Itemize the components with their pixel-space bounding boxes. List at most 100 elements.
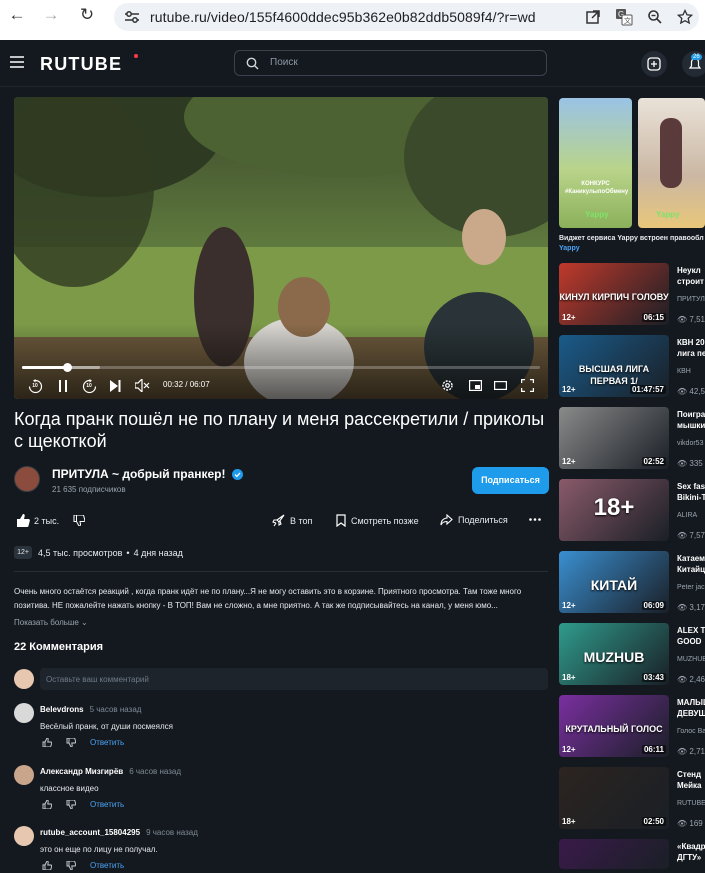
sidebar-title-line2[interactable]: лига пе [677,349,705,358]
next-icon[interactable] [110,380,121,392]
menu-icon[interactable] [10,56,24,68]
comment-author-name[interactable]: rutube_account_15804295 [40,828,140,837]
sidebar-video-thumb[interactable]: КИНУЛ КИРПИЧ ГОЛОВУ 12+ 06:15 [559,263,669,325]
sidebar-title-line2[interactable]: Мейка [677,781,701,790]
sidebar-title-line2[interactable]: Bikini-T [677,493,705,502]
url-text[interactable]: rutube.ru/video/155f4600ddec95b362e0b82d… [150,9,536,25]
channel-name-text[interactable]: ПРИТУЛА ~ добрый пранкер! [52,467,226,481]
reply-button[interactable]: Ответить [90,738,124,747]
comment-avatar[interactable] [14,765,34,785]
comment-author[interactable]: Александр Мизгирёв 6 часов назад [40,767,181,776]
thumbs-down-icon[interactable] [73,515,85,526]
reload-icon[interactable]: ↻ [76,4,98,26]
top-button[interactable]: В топ [272,514,312,527]
watch-later-button[interactable]: Смотреть позже [336,514,419,527]
sidebar-title-line2[interactable]: строит [677,277,704,286]
sidebar-title-line1[interactable]: Поигра [677,410,705,419]
like-button[interactable]: 2 тыс. [16,514,59,527]
sidebar-title-line2[interactable]: Китайц [677,565,705,574]
sidebar-title-line1[interactable]: «Квадр [677,842,705,851]
comment-author-name[interactable]: Александр Мизгирёв [40,767,123,776]
comment-author[interactable]: Belevdrons 5 часов назад [40,705,141,714]
promo-thumb-2[interactable]: Yappy [638,98,705,228]
rewind-10-button[interactable]: 10 [26,377,44,395]
mute-icon[interactable] [135,379,150,392]
comment-input[interactable]: Оставьте ваш комментарий [40,668,548,690]
sidebar-title-line1[interactable]: Стенд [677,770,701,779]
sidebar-title-line1[interactable]: КВН 20 [677,338,705,347]
upload-icon[interactable] [640,50,668,78]
comment-avatar[interactable] [14,703,34,723]
sidebar-title-line2[interactable]: GOOD [677,637,701,646]
comment-author[interactable]: rutube_account_15804295 9 часов назад [40,828,198,837]
sidebar-channel[interactable]: vikdor53 [677,440,703,447]
sidebar-channel[interactable]: Голос Ва [677,728,705,735]
sidebar-title-line1[interactable]: Неукл [677,266,701,275]
progress-track[interactable] [22,363,540,372]
sidebar-title-line1[interactable]: Sex fas [677,482,705,491]
sidebar-video-thumb[interactable]: MUZHUB 18+ 03:43 [559,623,669,685]
pause-icon[interactable] [58,380,68,392]
channel-name[interactable]: ПРИТУЛА ~ добрый пранкер! [52,467,243,481]
progress-knob[interactable] [63,363,73,372]
search-input[interactable]: Поиск [234,50,547,76]
sidebar-video-title[interactable]: Катаем Китайц [677,553,705,575]
sidebar-title-line1[interactable]: Катаем [677,554,705,563]
sidebar-video-title[interactable]: Стенд Мейка [677,769,701,791]
sidebar-channel[interactable]: ALIRA [677,512,697,519]
comment-avatar[interactable] [14,826,34,846]
site-info-icon[interactable] [124,10,140,24]
show-more-link[interactable]: Показать больше ⌄ [14,618,88,627]
subscribe-button[interactable]: Подписаться [472,467,549,494]
comment-dislike-icon[interactable] [66,738,76,747]
sidebar-video-thumb[interactable]: 18+ [559,479,669,541]
reply-button[interactable]: Ответить [90,861,124,870]
fullscreen-icon[interactable] [521,379,534,392]
sidebar-channel[interactable]: RUTUBE. [677,800,705,807]
sidebar-video-thumb[interactable]: КРУТАЛЬНЫЙ ГОЛОС 12+ 06:11 [559,695,669,757]
miniplayer-icon[interactable] [469,380,482,391]
promo-link[interactable]: Yappy [559,245,580,252]
back-icon[interactable]: ← [6,4,28,26]
promo-thumb-1[interactable]: КОНКУРС #КаникулыпоОбмену Yappy [559,98,632,228]
sidebar-video-thumb[interactable]: 12+ 02:52 [559,407,669,469]
sidebar-video-title[interactable]: Неукл строит [677,265,704,287]
address-bar[interactable]: rutube.ru/video/155f4600ddec95b362e0b82d… [114,3,699,31]
forward-icon[interactable]: → [40,4,62,26]
share-button[interactable]: Поделиться [440,514,508,526]
sidebar-video-thumb[interactable] [559,839,669,869]
show-more-label[interactable]: Показать больше [14,618,79,627]
sidebar-video-title[interactable]: «Квадр ДГТУ» [677,841,705,863]
comment-author-name[interactable]: Belevdrons [40,705,84,714]
sidebar-video-title[interactable]: МАЛЫШ ДЕВУШ [677,697,705,719]
settings-gear-icon[interactable] [441,379,454,392]
sidebar-video-title[interactable]: ALEX TA GOOD [677,625,705,647]
sidebar-channel[interactable]: MUZHUB [677,656,705,663]
forward-10-button[interactable]: 10 [80,377,98,395]
comment-like-icon[interactable] [42,861,52,870]
sidebar-channel[interactable]: Peter jac [677,584,705,591]
sidebar-video-thumb[interactable]: КИТАЙ 12+ 06:09 [559,551,669,613]
zoom-icon[interactable] [647,9,663,25]
sidebar-title-line1[interactable]: ALEX TA [677,626,705,635]
more-options-icon[interactable] [529,518,541,521]
sidebar-video-thumb[interactable]: 18+ 02:50 [559,767,669,829]
video-player[interactable]: 10 10 00:32 / 06:07 [14,97,548,399]
sidebar-title-line2[interactable]: ДЕВУШ [677,709,705,718]
comment-like-icon[interactable] [42,800,52,809]
channel-avatar[interactable] [14,466,40,492]
bookmark-star-icon[interactable] [677,9,693,25]
reply-button[interactable]: Ответить [90,800,124,809]
theater-mode-icon[interactable] [494,380,507,391]
sidebar-title-line1[interactable]: МАЛЫШ [677,698,705,707]
sidebar-channel[interactable]: КВН [677,368,691,375]
sidebar-channel[interactable]: ПРИТУЛ [677,296,705,303]
sidebar-title-line2[interactable]: ДГТУ» [677,853,701,862]
comment-like-icon[interactable] [42,738,52,747]
sidebar-video-thumb[interactable]: ВЫСШАЯ ЛИГА ПЕРВАЯ 1/12+ 01:47:57 [559,335,669,397]
sidebar-video-title[interactable]: КВН 20 лига пе [677,337,705,359]
sidebar-video-title[interactable]: Sex fas Bikini-T [677,481,705,503]
sidebar-title-line2[interactable]: мышки [677,421,705,430]
site-logo[interactable]: RUTUBE [40,54,122,75]
translate-icon[interactable]: G文 [615,8,633,26]
